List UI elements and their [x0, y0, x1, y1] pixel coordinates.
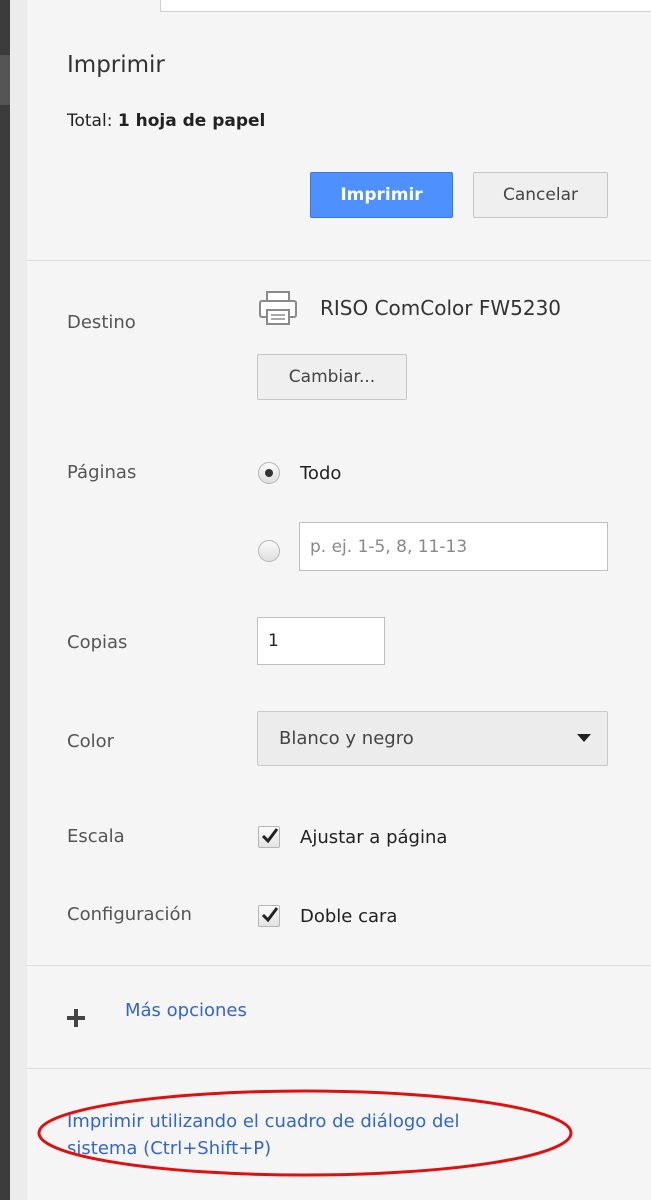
left-gap: [10, 0, 27, 1200]
color-select[interactable]: Blanco y negro: [257, 711, 608, 766]
left-edge-highlight: [0, 55, 10, 105]
top-window-edge: [160, 0, 651, 12]
pages-custom-input[interactable]: p. ej. 1-5, 8, 11-13: [299, 522, 608, 571]
pages-custom-placeholder: p. ej. 1-5, 8, 11-13: [310, 536, 468, 557]
summary-prefix: Total:: [67, 111, 118, 131]
scale-label: Escala: [67, 826, 125, 847]
settings-label: Configuración: [67, 904, 192, 925]
annotation-ellipse: [37, 1089, 573, 1177]
copies-input[interactable]: 1: [257, 617, 385, 665]
chevron-down-icon: [577, 734, 591, 742]
checkmark-icon: [261, 828, 279, 844]
pages-custom-radio[interactable]: [258, 540, 280, 562]
fit-to-page-checkbox[interactable]: [258, 826, 280, 848]
cancel-button[interactable]: Cancelar: [473, 172, 608, 218]
pages-label: Páginas: [67, 462, 137, 483]
left-window-edge: [0, 0, 10, 1200]
copies-value: 1: [268, 631, 279, 651]
fit-to-page-label: Ajustar a página: [300, 827, 448, 848]
footer-divider: [27, 1068, 651, 1069]
change-destination-button[interactable]: Cambiar...: [257, 354, 407, 400]
printer-name: RISO ComColor FW5230: [320, 296, 562, 320]
dialog-title: Imprimir: [67, 52, 165, 78]
plus-icon[interactable]: [66, 1008, 86, 1028]
sheet-summary: Total: 1 hoja de papel: [67, 111, 265, 131]
double-sided-checkbox[interactable]: [258, 905, 280, 927]
options-divider: [27, 965, 651, 966]
color-label: Color: [67, 731, 114, 752]
more-options-link[interactable]: Más opciones: [125, 1000, 247, 1021]
double-sided-label: Doble cara: [300, 906, 398, 927]
pages-all-radio[interactable]: [258, 462, 280, 484]
radio-selected-dot: [265, 469, 273, 477]
summary-value: 1 hoja de papel: [117, 111, 266, 131]
pages-all-label: Todo: [300, 463, 342, 484]
color-selected-value: Blanco y negro: [279, 728, 414, 749]
print-button[interactable]: Imprimir: [310, 172, 453, 218]
checkmark-icon: [261, 907, 279, 923]
printer-icon: [259, 291, 297, 325]
header-divider: [27, 260, 651, 261]
destination-label: Destino: [67, 312, 136, 333]
copies-label: Copias: [67, 632, 128, 653]
